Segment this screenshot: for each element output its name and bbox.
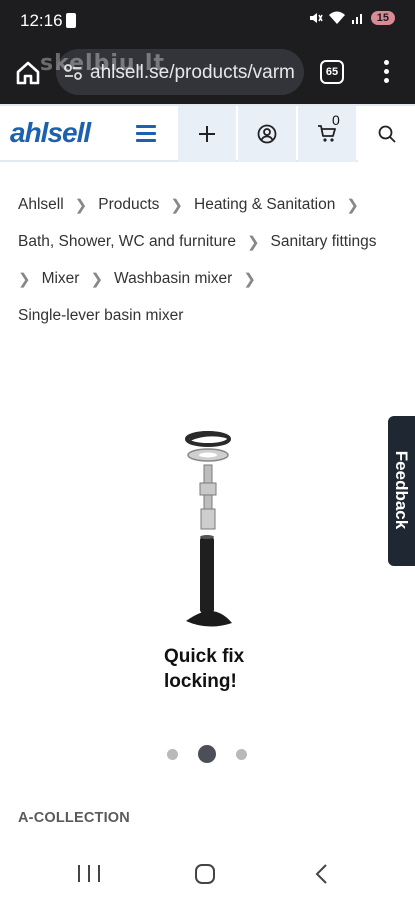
chevron-right-icon: ❯ [90, 270, 104, 288]
carousel-indicator [167, 744, 252, 764]
chevron-right-icon: ❯ [246, 233, 260, 251]
account-button[interactable] [238, 106, 296, 162]
chevron-right-icon: ❯ [346, 196, 359, 214]
user-icon [257, 124, 277, 144]
status-icons: 15 [309, 11, 395, 25]
cart-button[interactable]: 0 [298, 106, 356, 162]
breadcrumb-row: Single-lever basin mixer [18, 297, 408, 334]
search-icon [378, 125, 396, 143]
breadcrumb-row: ❯ Mixer ❯ Washbasin mixer ❯ [18, 260, 408, 297]
mute-icon [309, 13, 323, 23]
tab-switcher-button[interactable]: 65 [320, 60, 344, 84]
breadcrumb-link[interactable]: Washbasin mixer [114, 270, 232, 288]
battery-indicator: 15 [370, 11, 395, 25]
ahlsell-logo[interactable]: ahlsell [10, 117, 91, 149]
status-bar: 12:16 15 [0, 0, 415, 42]
watermark: skelbiu.lt [40, 51, 165, 76]
breadcrumb-link[interactable]: Mixer [42, 270, 80, 288]
breadcrumb-current: Single-lever basin mixer [18, 307, 184, 324]
alert-icon [66, 13, 76, 28]
carousel-dot-active[interactable] [198, 745, 216, 763]
caption-line: Quick fix [164, 646, 245, 667]
collection-label[interactable]: A-COLLECTION [18, 810, 130, 826]
site-header: ahlsell 0 [0, 104, 415, 162]
wifi-icon [328, 11, 345, 24]
carousel-dot[interactable] [236, 748, 247, 760]
recent-apps-icon[interactable] [78, 865, 100, 883]
signal-icon [351, 14, 362, 24]
chevron-right-icon: ❯ [243, 270, 256, 288]
cart-count-badge: 0 [332, 112, 340, 128]
product-image[interactable] [150, 425, 265, 635]
breadcrumb-link[interactable]: Products [98, 196, 159, 214]
chevron-right-icon: ❯ [74, 196, 88, 214]
plus-icon [199, 126, 215, 142]
breadcrumb-link[interactable]: Ahlsell [18, 196, 64, 214]
breadcrumb-row: Bath, Shower, WC and furniture ❯ Sanitar… [18, 223, 408, 260]
carousel-dot[interactable] [167, 748, 178, 760]
breadcrumb: Ahlsell ❯ Products ❯ Heating & Sanitatio… [18, 186, 408, 334]
chevron-right-icon: ❯ [18, 270, 31, 288]
hamburger-menu-icon[interactable] [136, 125, 156, 143]
breadcrumb-link[interactable]: Bath, Shower, WC and furniture [18, 233, 236, 251]
system-nav-bar [0, 846, 415, 900]
browser-menu-icon[interactable] [380, 60, 392, 86]
status-time: 12:16 [20, 11, 63, 30]
back-icon[interactable] [312, 863, 332, 885]
chevron-right-icon: ❯ [170, 196, 183, 214]
image-caption: Quick fix locking! [164, 644, 244, 694]
home-nav-icon[interactable] [195, 864, 215, 884]
quick-add-button[interactable] [178, 106, 236, 162]
search-button[interactable] [358, 106, 415, 162]
breadcrumb-row: Ahlsell ❯ Products ❯ Heating & Sanitatio… [18, 186, 408, 223]
feedback-label: Feedback [392, 450, 411, 530]
caption-line: locking! [164, 671, 237, 692]
home-icon[interactable] [14, 59, 42, 87]
breadcrumb-link[interactable]: Heating & Sanitation [194, 196, 335, 214]
feedback-tab[interactable]: Feedback [388, 416, 415, 566]
breadcrumb-link[interactable]: Sanitary fittings [271, 233, 377, 251]
